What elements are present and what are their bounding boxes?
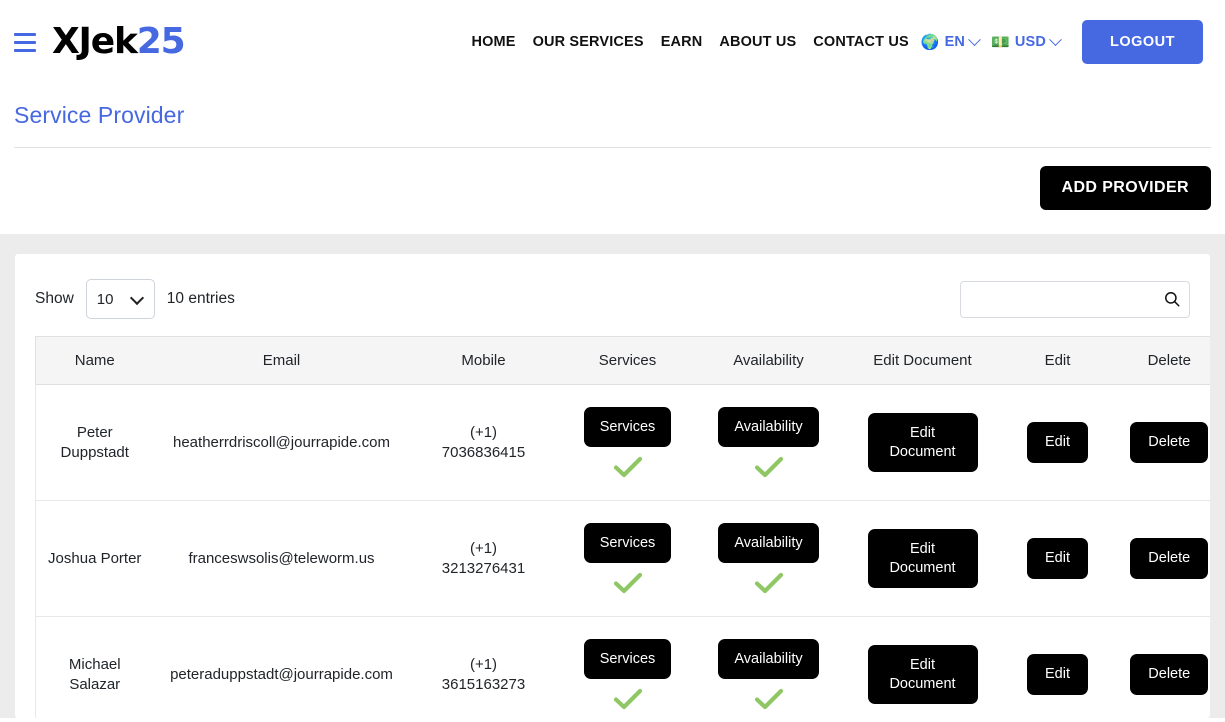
column-header-mobile[interactable]: Mobile (410, 337, 558, 385)
delete-button[interactable]: Delete (1130, 538, 1208, 578)
column-header-edit[interactable]: Edit (1006, 337, 1110, 385)
language-label: EN (945, 34, 965, 50)
cell-email: peteraduppstadt@jourrapide.com (154, 617, 410, 719)
table-row: Peter Duppstadtheatherrdriscoll@jourrapi… (36, 385, 1211, 501)
cell-name: Peter Duppstadt (36, 385, 154, 501)
column-header-name[interactable]: Name (36, 337, 154, 385)
column-header-availability[interactable]: Availability (698, 337, 840, 385)
edit-button[interactable]: Edit (1027, 422, 1088, 462)
brand-logo[interactable]: XJek25 (52, 24, 184, 60)
column-header-email[interactable]: Email (154, 337, 410, 385)
entries-select-wrapper: 102550100 (86, 279, 155, 319)
check-icon (613, 688, 643, 710)
check-icon (613, 572, 643, 594)
service-provider-table: Name Email Mobile Services Availability … (35, 336, 1210, 718)
cell-edit: Edit (1006, 617, 1110, 719)
language-selector[interactable]: 🌍 EN (921, 34, 979, 50)
cell-mobile: (+1)3615163273 (410, 617, 558, 719)
services-button[interactable]: Services (584, 523, 672, 563)
nav-link-earn[interactable]: EARN (661, 28, 703, 56)
table-controls: Show 102550100 10 entries (35, 276, 1190, 322)
nav-link-contact-us[interactable]: CONTACT US (813, 28, 908, 56)
cell-edit-document: Edit Document (840, 385, 1006, 501)
search-box (960, 281, 1190, 318)
check-icon (754, 572, 784, 594)
chevron-down-icon (1049, 33, 1062, 46)
cell-mobile: (+1)3213276431 (410, 501, 558, 617)
check-icon (754, 688, 784, 710)
availability-button[interactable]: Availability (718, 639, 818, 679)
cell-availability: Availability (698, 617, 840, 719)
availability-button[interactable]: Availability (718, 407, 818, 447)
cell-edit-document: Edit Document (840, 617, 1006, 719)
brand-name: XJek (52, 21, 137, 62)
table-header: Name Email Mobile Services Availability … (36, 337, 1211, 385)
nav-right-group: HOME OUR SERVICES EARN ABOUT US CONTACT … (471, 20, 1203, 64)
banknote-icon: 💵 (991, 35, 1010, 50)
check-icon (754, 456, 784, 478)
edit-document-button[interactable]: Edit Document (868, 529, 978, 587)
add-provider-button[interactable]: ADD PROVIDER (1040, 166, 1211, 210)
page-action-bar: ADD PROVIDER (0, 148, 1225, 234)
availability-button[interactable]: Availability (718, 523, 818, 563)
edit-button[interactable]: Edit (1027, 538, 1088, 578)
currency-label: USD (1015, 34, 1046, 50)
cell-edit: Edit (1006, 385, 1110, 501)
nav-link-our-services[interactable]: OUR SERVICES (533, 28, 644, 56)
provider-table-card: Show 102550100 10 entries (15, 254, 1210, 718)
cell-delete: Delete (1110, 385, 1211, 501)
check-icon (613, 456, 643, 478)
cell-delete: Delete (1110, 501, 1211, 617)
services-button[interactable]: Services (584, 407, 672, 447)
entries-count-label: 10 entries (167, 290, 235, 308)
cell-name: Joshua Porter (36, 501, 154, 617)
hamburger-bar (14, 41, 36, 44)
cell-email: heatherrdriscoll@jourrapide.com (154, 385, 410, 501)
delete-button[interactable]: Delete (1130, 654, 1208, 694)
entries-control-group: Show 102550100 10 entries (35, 279, 235, 319)
delete-button[interactable]: Delete (1130, 422, 1208, 462)
edit-button[interactable]: Edit (1027, 654, 1088, 694)
cell-email: franceswsolis@teleworm.us (154, 501, 410, 617)
table-header-row: Name Email Mobile Services Availability … (36, 337, 1211, 385)
cell-services: Services (558, 501, 698, 617)
entries-per-page-select[interactable]: 102550100 (86, 279, 155, 319)
page-header: Service Provider (0, 84, 1225, 148)
column-header-edit-document[interactable]: Edit Document (840, 337, 1006, 385)
show-label: Show (35, 290, 74, 308)
hamburger-bar (14, 33, 36, 36)
top-navbar: XJek25 HOME OUR SERVICES EARN ABOUT US C… (0, 0, 1225, 84)
cell-services: Services (558, 385, 698, 501)
edit-document-button[interactable]: Edit Document (868, 645, 978, 703)
page-title: Service Provider (14, 102, 1211, 147)
cell-delete: Delete (1110, 617, 1211, 719)
search-input[interactable] (960, 281, 1190, 318)
nav-link-about-us[interactable]: ABOUT US (719, 28, 796, 56)
cell-services: Services (558, 617, 698, 719)
cell-edit-document: Edit Document (840, 501, 1006, 617)
services-button[interactable]: Services (584, 639, 672, 679)
hamburger-bar (14, 49, 36, 52)
currency-selector[interactable]: 💵 USD (991, 34, 1060, 50)
cell-availability: Availability (698, 385, 840, 501)
hamburger-menu-icon[interactable] (8, 25, 42, 59)
cell-availability: Availability (698, 501, 840, 617)
cell-name: Michael Salazar (36, 617, 154, 719)
chevron-down-icon (968, 33, 981, 46)
brand-suffix: 25 (137, 21, 185, 62)
table-row: Joshua Porterfranceswsolis@teleworm.us(+… (36, 501, 1211, 617)
table-body: Peter Duppstadtheatherrdriscoll@jourrapi… (36, 385, 1211, 719)
content-background: Show 102550100 10 entries (0, 234, 1225, 718)
logout-button[interactable]: LOGOUT (1082, 20, 1203, 64)
edit-document-button[interactable]: Edit Document (868, 413, 978, 471)
table-row: Michael Salazarpeteraduppstadt@jourrapid… (36, 617, 1211, 719)
column-header-services[interactable]: Services (558, 337, 698, 385)
column-header-delete[interactable]: Delete (1110, 337, 1211, 385)
nav-link-home[interactable]: HOME (471, 28, 515, 56)
cell-mobile: (+1)7036836415 (410, 385, 558, 501)
globe-icon: 🌍 (921, 35, 940, 50)
cell-edit: Edit (1006, 501, 1110, 617)
